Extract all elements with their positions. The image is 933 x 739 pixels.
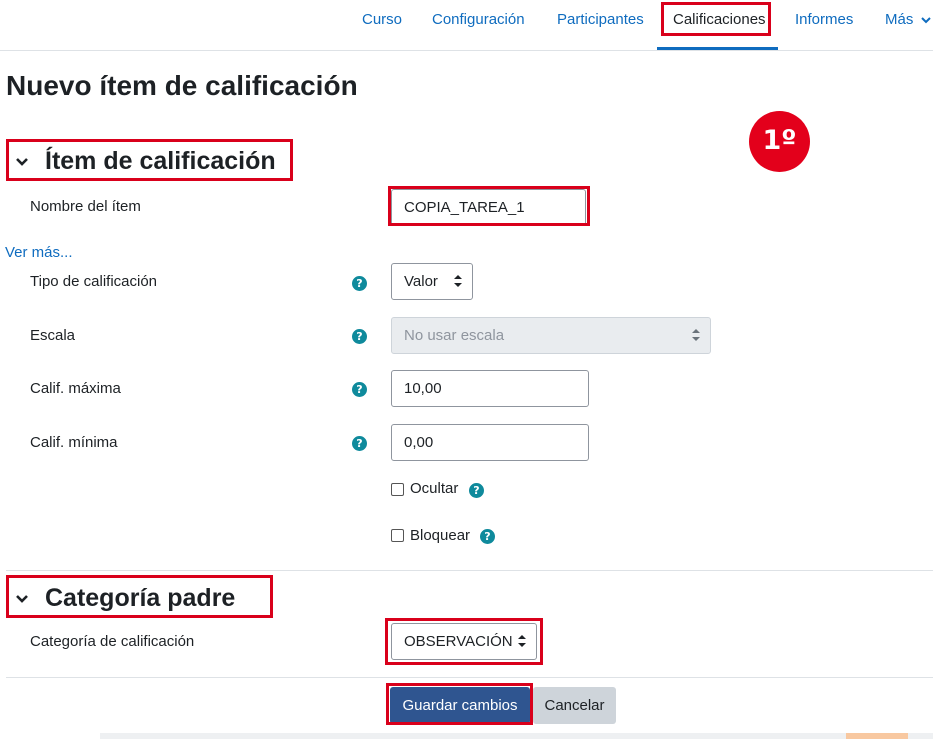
select-caret-icon	[454, 275, 462, 287]
nav-item-mas-label: Más	[885, 11, 914, 28]
show-more-link[interactable]: Ver más...	[5, 244, 73, 261]
scale-select: No usar escala	[391, 317, 711, 354]
item-name-label: Nombre del ítem	[30, 198, 141, 215]
section-heading-parent[interactable]: Categoría padre	[45, 582, 235, 614]
footer-strip	[100, 733, 933, 739]
cancel-button[interactable]: Cancelar	[533, 687, 616, 724]
help-icon[interactable]: ?	[352, 382, 367, 397]
section-divider	[6, 570, 933, 571]
secondary-navigation: Curso Configuración Participantes Califi…	[0, 0, 933, 51]
help-icon[interactable]: ?	[480, 529, 495, 544]
nav-item-mas[interactable]: Más	[885, 0, 931, 51]
grade-category-label: Categoría de calificación	[30, 633, 195, 650]
grade-type-label: Tipo de calificación	[30, 273, 158, 290]
scale-value: No usar escala	[404, 327, 505, 344]
highlight-box-category	[385, 618, 543, 665]
nav-item-configuracion[interactable]: Configuración	[432, 0, 525, 51]
nav-item-curso[interactable]: Curso	[362, 0, 402, 51]
max-grade-label: Calif. máxima	[30, 380, 121, 397]
nav-item-informes[interactable]: Informes	[795, 0, 853, 51]
highlight-box-item-name	[388, 186, 590, 226]
chevron-down-icon[interactable]	[15, 155, 29, 169]
grade-type-select[interactable]: Valor	[391, 263, 473, 300]
max-grade-input[interactable]: 10,00	[391, 370, 589, 407]
help-icon[interactable]: ?	[352, 329, 367, 344]
min-grade-label: Calif. mínima	[30, 434, 118, 451]
active-tab-indicator	[657, 47, 778, 50]
scale-label: Escala	[30, 327, 76, 344]
min-grade-input[interactable]: 0,00	[391, 424, 589, 461]
section-heading-item[interactable]: Ítem de calificación	[45, 145, 276, 177]
chevron-down-icon[interactable]	[15, 592, 29, 606]
highlight-box-calificaciones	[661, 2, 771, 36]
step-badge: 1º	[749, 111, 810, 172]
hide-checkbox[interactable]	[391, 483, 404, 496]
lock-checkbox[interactable]	[391, 529, 404, 542]
lock-label[interactable]: Bloquear	[410, 526, 470, 546]
nav-item-participantes[interactable]: Participantes	[557, 0, 644, 51]
help-icon[interactable]: ?	[352, 276, 367, 291]
chevron-down-icon	[920, 17, 931, 24]
form-divider	[6, 677, 933, 678]
footer-accent	[846, 733, 908, 739]
help-icon[interactable]: ?	[469, 483, 484, 498]
page-title: Nuevo ítem de calificación	[6, 70, 358, 101]
highlight-box-save	[386, 683, 533, 725]
hide-label[interactable]: Ocultar	[410, 479, 458, 499]
grade-type-value: Valor	[404, 273, 438, 290]
help-icon[interactable]: ?	[352, 436, 367, 451]
select-caret-icon	[692, 329, 700, 341]
